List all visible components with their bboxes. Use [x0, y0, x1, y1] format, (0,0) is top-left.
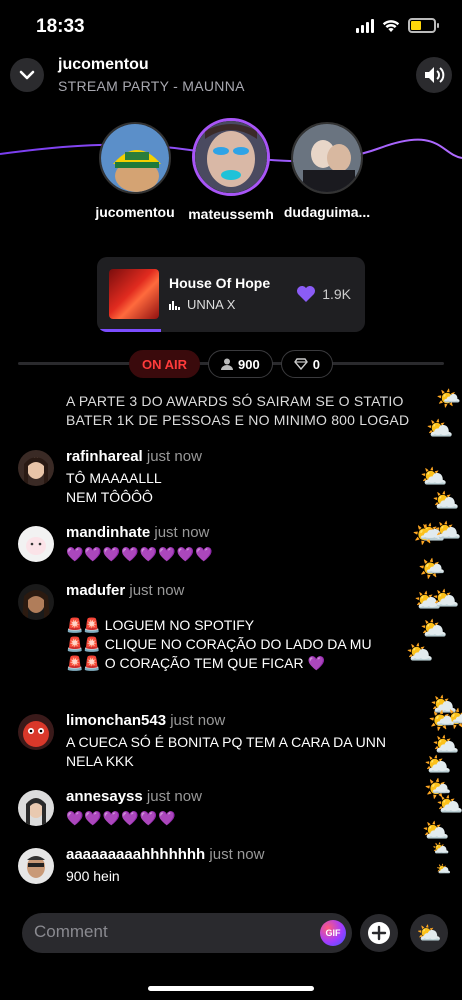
avatar[interactable] [18, 584, 54, 620]
home-indicator[interactable] [148, 986, 314, 991]
username[interactable]: mandinhate [66, 524, 150, 541]
now-playing-card[interactable]: House Of Hope UNNA X 1.9K [97, 257, 365, 332]
chat-message: rafinhareal just now TÔ MAAAALLL NEM TÔÔ… [18, 448, 448, 505]
participants-row: jucomentou mateussemh dudaguima... [0, 110, 462, 230]
message-meta: annesayss just now [66, 788, 202, 805]
chat-message: limonchan543 just now A CUECA SÓ É BONIT… [18, 712, 448, 769]
message-meta: madufer just now [66, 582, 184, 599]
avatar[interactable] [18, 848, 54, 884]
clock: 18:33 [36, 16, 85, 37]
status-bar: 18:33 [0, 0, 462, 50]
chevron-down-icon [19, 70, 35, 80]
track-progress-fill [97, 329, 162, 332]
track-title: House Of Hope [169, 275, 271, 291]
plus-icon [368, 922, 390, 944]
track-artist: UNNA X [187, 297, 236, 312]
message-text: 🚨🚨 LOGUEM NO SPOTIFY 🚨🚨 CLIQUE NO CORAÇÃ… [66, 617, 372, 671]
timestamp: just now [209, 846, 265, 863]
comment-composer: GIF [22, 913, 352, 953]
listener-count[interactable]: 900 [208, 350, 273, 378]
comment-input[interactable] [34, 922, 304, 942]
avatar[interactable] [18, 790, 54, 826]
username[interactable]: rafinhareal [66, 448, 143, 465]
gif-button[interactable]: GIF [320, 920, 346, 946]
room-subtitle: STREAM PARTY - MAUNNA [58, 78, 245, 94]
wifi-icon [382, 19, 400, 32]
message-text: 900 hein [66, 868, 120, 884]
equalizer-icon [169, 300, 180, 310]
title-block: jucomentou STREAM PARTY - MAUNNA [58, 56, 245, 94]
gem-count-value: 0 [312, 356, 320, 372]
live-stats: ON AIR 900 0 [0, 350, 462, 378]
gem-icon [293, 358, 308, 370]
avatar [192, 118, 270, 196]
timestamp: just now [170, 712, 226, 729]
host-name: jucomentou [58, 56, 149, 73]
message-meta: mandinhate just now [66, 524, 209, 541]
system-message: A PARTE 3 DO AWARDS SÓ SAIRAM SE O STATI… [66, 393, 410, 428]
add-button[interactable] [360, 914, 398, 952]
status-icons [356, 18, 439, 33]
gem-count[interactable]: 0 [280, 350, 333, 378]
album-art [109, 269, 159, 319]
like-button[interactable]: 1.9K [296, 285, 351, 303]
username[interactable]: aaaaaaaaahhhhhhh [66, 846, 205, 863]
message-meta: limonchan543 just now [66, 712, 225, 729]
chat-message: aaaaaaaaahhhhhhh just now 900 hein [18, 846, 448, 886]
timestamp: just now [146, 448, 202, 465]
avatar [99, 122, 171, 194]
timestamp: just now [154, 524, 210, 541]
avatar[interactable] [18, 526, 54, 562]
weather-icon: ⛅ [416, 922, 442, 945]
timestamp: just now [129, 582, 185, 599]
message-text: TÔ MAAAALLL NEM TÔÔÔÔ [66, 470, 162, 505]
message-meta: rafinhareal just now [66, 448, 202, 465]
chat-message: annesayss just now 💜💜💜💜💜💜 [18, 788, 448, 828]
chat-message: mandinhate just now 💜💜💜💜💜💜💜💜 [18, 524, 448, 564]
weather-reaction-button[interactable]: ⛅ [410, 914, 448, 952]
battery-icon [408, 18, 439, 33]
collapse-button[interactable] [10, 58, 44, 92]
like-count: 1.9K [322, 286, 351, 302]
message-text: 💜💜💜💜💜💜💜💜 [66, 546, 214, 562]
speaker-icon [425, 67, 445, 83]
username[interactable]: madufer [66, 582, 125, 599]
participant-name: dudaguima... [283, 204, 371, 220]
person-icon [221, 358, 234, 370]
heart-icon [297, 286, 316, 302]
avatar[interactable] [18, 450, 54, 486]
cell-signal-icon [356, 18, 374, 33]
header: jucomentou STREAM PARTY - MAUNNA [0, 56, 462, 96]
chat-message: madufer just now 🚨🚨 LOGUEM NO SPOTIFY 🚨🚨… [18, 582, 448, 678]
message-text: 💜💜💜💜💜💜 [66, 810, 177, 826]
message-text: A CUECA SÓ É BONITA PQ TEM A CARA DA UNN… [66, 734, 387, 769]
avatar [291, 122, 363, 194]
track-progress [97, 329, 365, 332]
chat-feed[interactable]: A PARTE 3 DO AWARDS SÓ SAIRAM SE O STATI… [0, 392, 462, 892]
message-meta: aaaaaaaaahhhhhhh just now [66, 846, 264, 863]
track-artist-row: UNNA X [169, 297, 235, 312]
on-air-badge: ON AIR [129, 350, 201, 378]
sound-button[interactable] [416, 57, 452, 93]
username[interactable]: limonchan543 [66, 712, 166, 729]
avatar[interactable] [18, 714, 54, 750]
participant-dudaguima[interactable]: dudaguima... [267, 122, 387, 220]
username[interactable]: annesayss [66, 788, 143, 805]
timestamp: just now [146, 788, 202, 805]
listener-count-value: 900 [238, 356, 260, 372]
